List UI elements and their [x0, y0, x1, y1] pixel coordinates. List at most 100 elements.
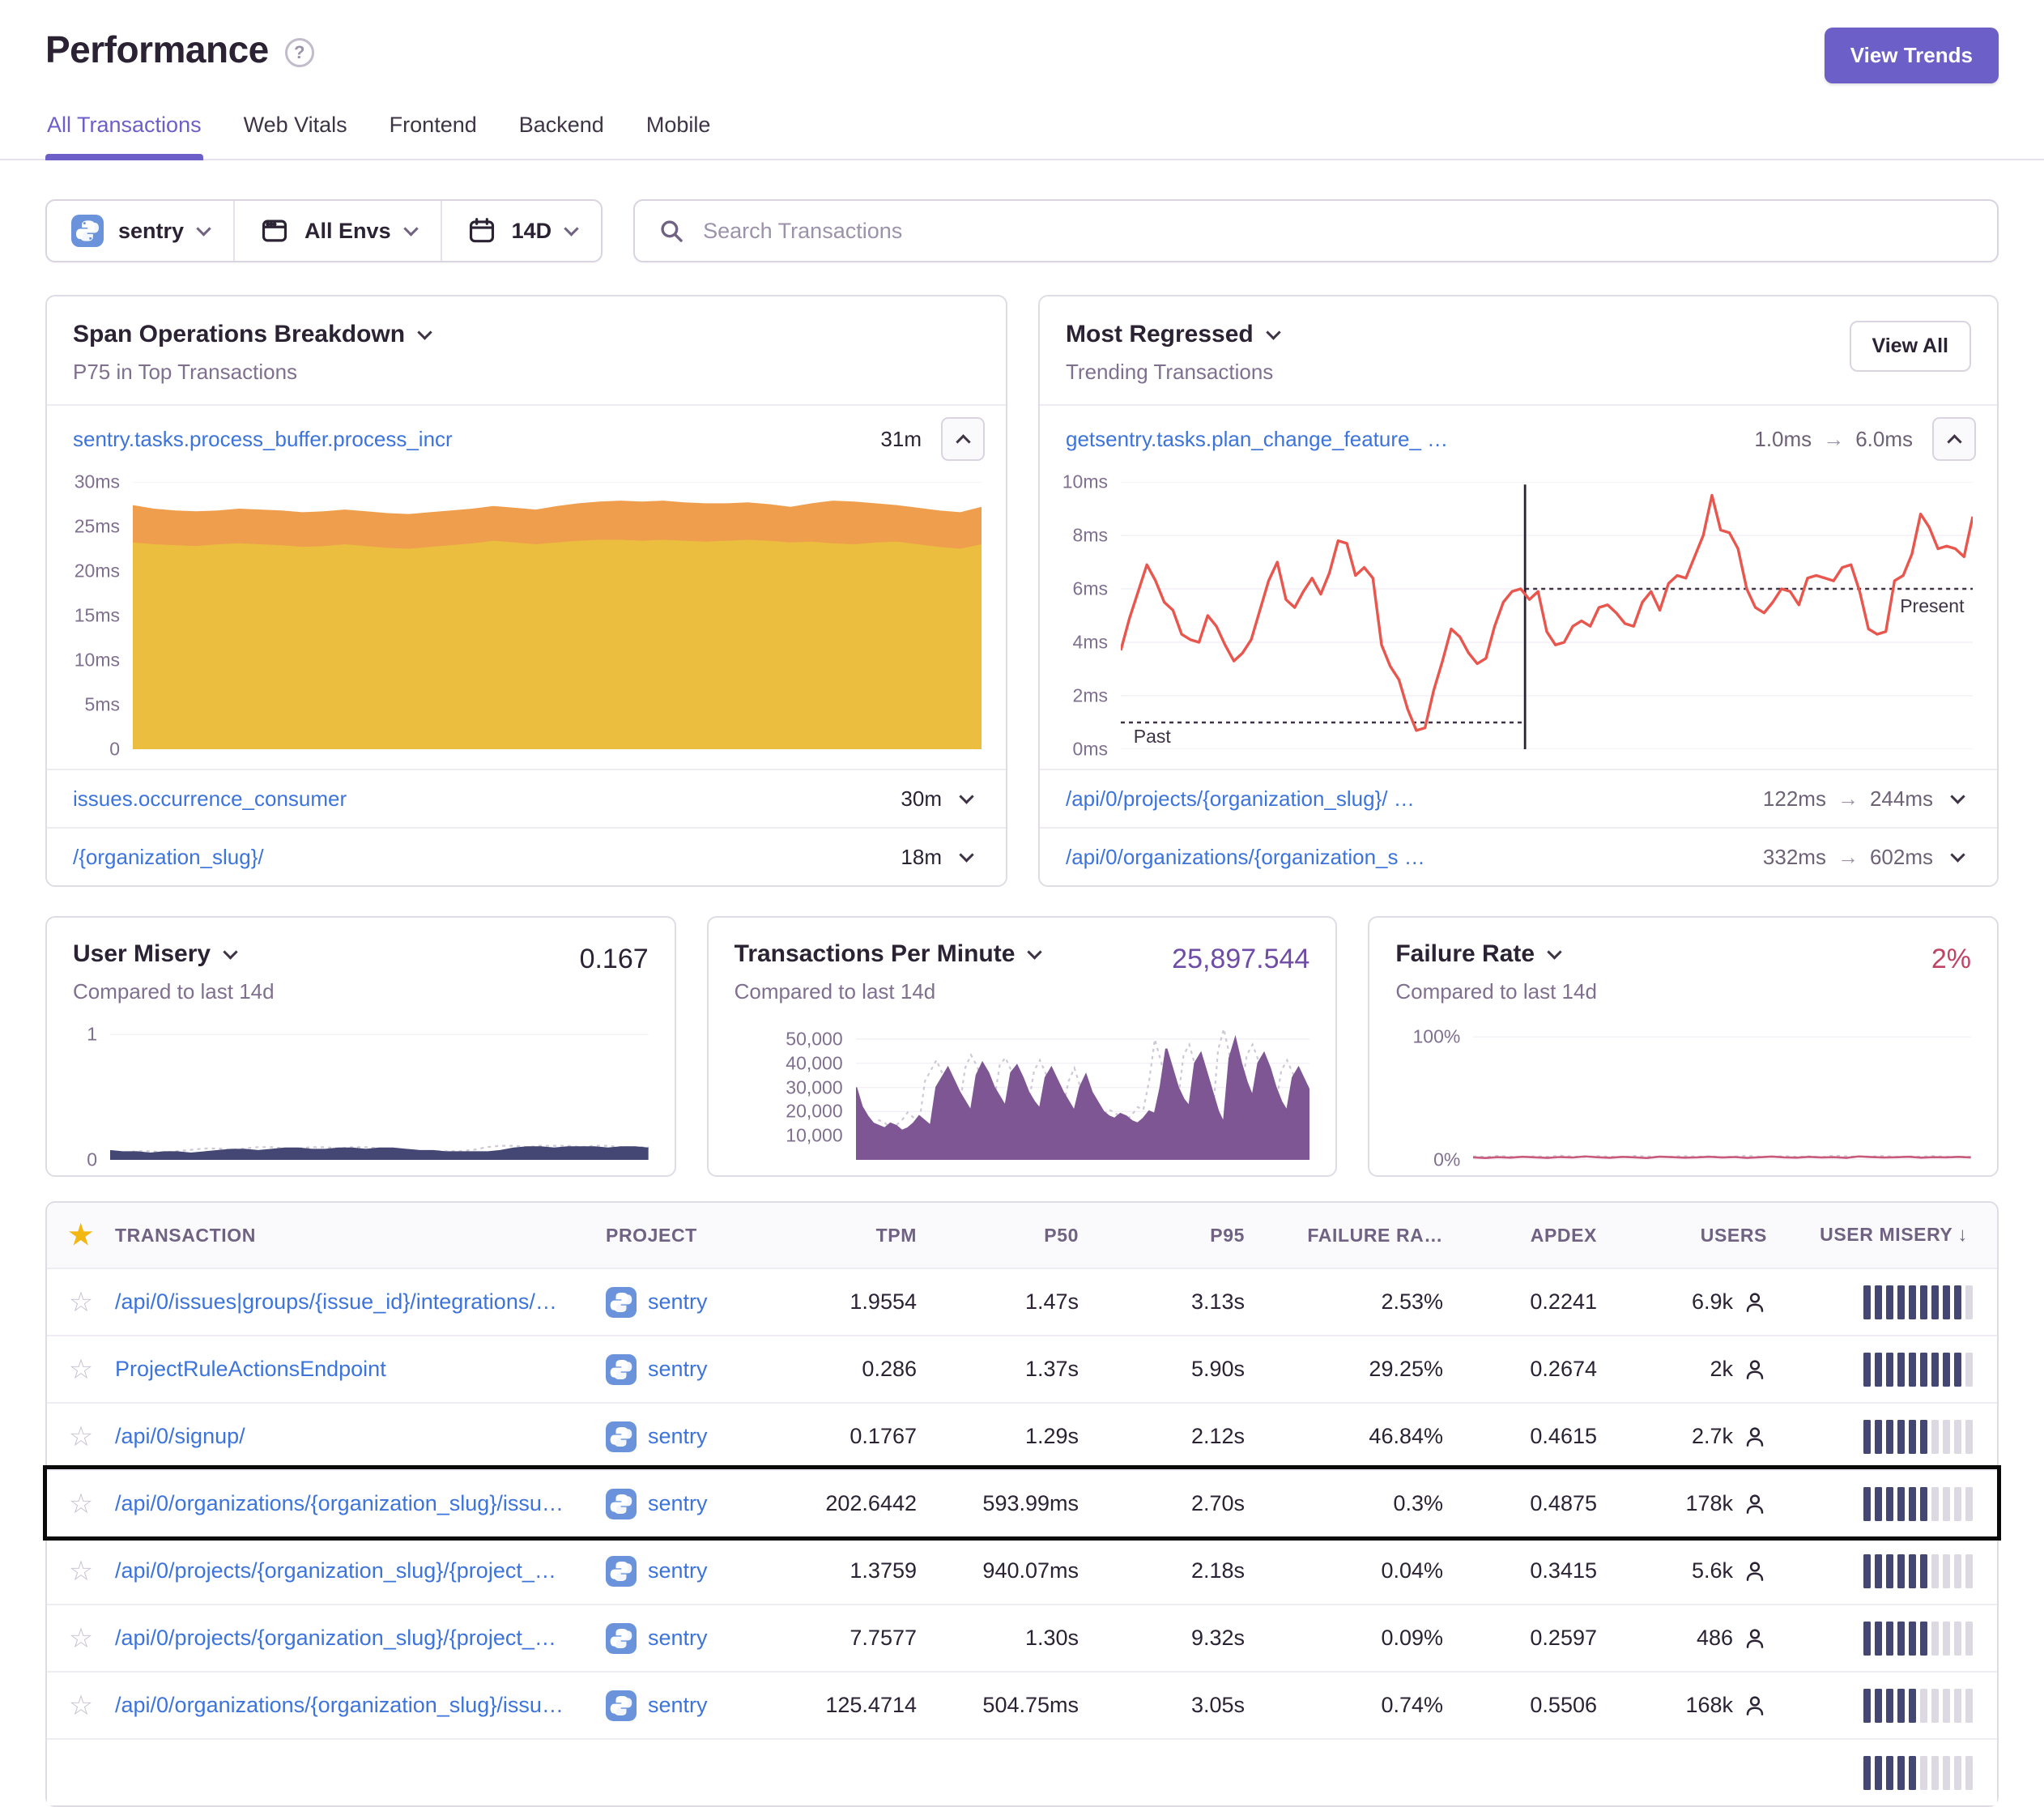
failure-rate-cell: 0.3%: [1274, 1491, 1472, 1516]
misery-segment-filled: [1909, 1353, 1916, 1387]
regressed-panel-subtitle: Trending Transactions: [1066, 360, 1279, 385]
star-toggle[interactable]: ☆: [47, 1421, 115, 1453]
misery-segment-filled: [1886, 1756, 1893, 1790]
user-misery-title-dropdown[interactable]: User Misery: [73, 940, 275, 968]
transaction-link[interactable]: getsentry.tasks.plan_change_feature_ …: [1066, 427, 1448, 452]
star-toggle[interactable]: ☆: [47, 1286, 115, 1319]
chevron-down-icon: [223, 944, 237, 959]
users-cell: 178k: [1626, 1491, 1796, 1516]
user-misery-score-bar: [1796, 1554, 1997, 1588]
search-input[interactable]: [701, 218, 1974, 245]
transaction-link[interactable]: /api/0/projects/{organization_slug}/{pro…: [115, 1558, 606, 1583]
p95-cell: 2.18s: [1108, 1558, 1274, 1583]
tpm-title-dropdown[interactable]: Transactions Per Minute: [735, 940, 1041, 968]
project-filter-label: sentry: [118, 219, 184, 244]
misery-segment-filled: [1875, 1285, 1882, 1319]
column-header-p50[interactable]: P50: [946, 1225, 1108, 1247]
tab-web-vitals[interactable]: Web Vitals: [242, 113, 349, 159]
column-header-user-misery[interactable]: USER MISERY↓: [1796, 1224, 1997, 1247]
misery-segment-filled: [1931, 1353, 1939, 1387]
regressed-panel-title-dropdown[interactable]: Most Regressed: [1066, 321, 1279, 348]
misery-segment-filled: [1909, 1554, 1916, 1588]
project-filter[interactable]: sentry: [47, 201, 233, 261]
transaction-link[interactable]: /api/0/issues|groups/{issue_id}/integrat…: [115, 1289, 606, 1315]
tpm-value: 25,897.544: [1172, 944, 1309, 975]
p50-cell: 593.99ms: [946, 1491, 1108, 1516]
help-icon[interactable]: ?: [285, 38, 314, 67]
p95-cell: 9.32s: [1108, 1626, 1274, 1651]
star-toggle[interactable]: ☆: [47, 1353, 115, 1386]
collapse-button[interactable]: [1932, 417, 1976, 461]
misery-segment-filled: [1863, 1487, 1871, 1521]
view-trends-button[interactable]: View Trends: [1825, 28, 1999, 83]
failure-rate-cell: 46.84%: [1274, 1424, 1472, 1449]
transaction-link[interactable]: sentry.tasks.process_buffer.process_incr: [73, 427, 453, 452]
table-row: ☆/api/0/issues|groups/{issue_id}/integra…: [47, 1268, 1997, 1335]
star-column-header[interactable]: ★: [47, 1219, 115, 1251]
transaction-link[interactable]: /api/0/signup/: [115, 1424, 606, 1449]
column-header-apdex[interactable]: APDEX: [1472, 1225, 1626, 1247]
span-panel-title-dropdown[interactable]: Span Operations Breakdown: [73, 321, 430, 348]
expand-button[interactable]: [1952, 791, 1976, 806]
transaction-link[interactable]: /api/0/organizations/{organization_slug}…: [115, 1491, 606, 1516]
expand-button[interactable]: [961, 791, 985, 806]
column-header-users[interactable]: USERS: [1626, 1225, 1796, 1247]
y-axis-tick: 0%: [1433, 1149, 1460, 1171]
misery-segment-filled: [1909, 1487, 1916, 1521]
users-cell: 2.7k: [1626, 1424, 1796, 1449]
y-axis-tick: 50,000: [786, 1028, 842, 1050]
user-icon: [1743, 1626, 1767, 1651]
user-misery-score-bar: [1796, 1689, 1997, 1723]
p95-cell: 5.90s: [1108, 1357, 1274, 1382]
user-misery-subtitle: Compared to last 14d: [73, 979, 275, 1004]
project-link[interactable]: sentry: [648, 1693, 708, 1718]
transaction-link[interactable]: issues.occurrence_consumer: [73, 786, 347, 812]
apdex-cell: 0.4615: [1472, 1424, 1626, 1449]
chevron-down-icon: [1950, 847, 1965, 862]
misery-segment-filled: [1897, 1554, 1905, 1588]
collapse-button[interactable]: [941, 417, 985, 461]
environment-filter[interactable]: All Envs: [233, 201, 441, 261]
star-toggle[interactable]: ☆: [47, 1555, 115, 1588]
p50-cell: 1.37s: [946, 1357, 1108, 1382]
date-range-filter[interactable]: 14D: [441, 201, 602, 261]
regressed-panel-title: Most Regressed: [1066, 321, 1254, 348]
project-cell: sentry: [606, 1623, 808, 1654]
column-header-p95[interactable]: P95: [1108, 1225, 1274, 1247]
project-link[interactable]: sentry: [648, 1289, 708, 1315]
star-toggle[interactable]: ☆: [47, 1622, 115, 1655]
tab-backend[interactable]: Backend: [517, 113, 606, 159]
project-link[interactable]: sentry: [648, 1626, 708, 1651]
column-header-transaction[interactable]: TRANSACTION: [115, 1225, 606, 1247]
tab-frontend[interactable]: Frontend: [388, 113, 479, 159]
expand-button[interactable]: [961, 850, 985, 864]
users-cell: 6.9k: [1626, 1289, 1796, 1315]
tab-all-transactions[interactable]: All Transactions: [45, 113, 203, 159]
column-header-failure-ra[interactable]: FAILURE RA…: [1274, 1225, 1472, 1247]
project-link[interactable]: sentry: [648, 1491, 708, 1516]
y-axis-tick: 20,000: [786, 1101, 842, 1123]
transaction-link[interactable]: ProjectRuleActionsEndpoint: [115, 1357, 606, 1382]
transaction-link[interactable]: /api/0/projects/{organization_slug}/{pro…: [115, 1626, 606, 1651]
project-cell: sentry: [606, 1354, 808, 1385]
misery-segment-filled: [1954, 1353, 1961, 1387]
failure-rate-title-dropdown[interactable]: Failure Rate: [1395, 940, 1597, 968]
transaction-link[interactable]: /api/0/organizations/{organization_slug}…: [115, 1693, 606, 1718]
chevron-down-icon: [1547, 944, 1561, 959]
transaction-link[interactable]: /api/0/projects/{organization_slug}/ …: [1066, 786, 1415, 812]
project-link[interactable]: sentry: [648, 1558, 708, 1583]
column-header-project[interactable]: PROJECT: [606, 1225, 808, 1247]
tab-mobile[interactable]: Mobile: [645, 113, 713, 159]
column-header-tpm[interactable]: TPM: [808, 1225, 946, 1247]
misery-segment-filled: [1931, 1285, 1939, 1319]
transaction-link[interactable]: /api/0/organizations/{organization_s …: [1066, 845, 1425, 870]
tpm-title: Transactions Per Minute: [735, 940, 1016, 968]
expand-button[interactable]: [1952, 850, 1976, 864]
project-link[interactable]: sentry: [648, 1424, 708, 1449]
misery-segment-filled: [1920, 1420, 1927, 1454]
project-link[interactable]: sentry: [648, 1357, 708, 1382]
star-toggle[interactable]: ☆: [47, 1690, 115, 1722]
transaction-link[interactable]: /{organization_slug}/: [73, 845, 264, 870]
view-all-button[interactable]: View All: [1850, 321, 1971, 372]
star-toggle[interactable]: ☆: [47, 1488, 115, 1520]
